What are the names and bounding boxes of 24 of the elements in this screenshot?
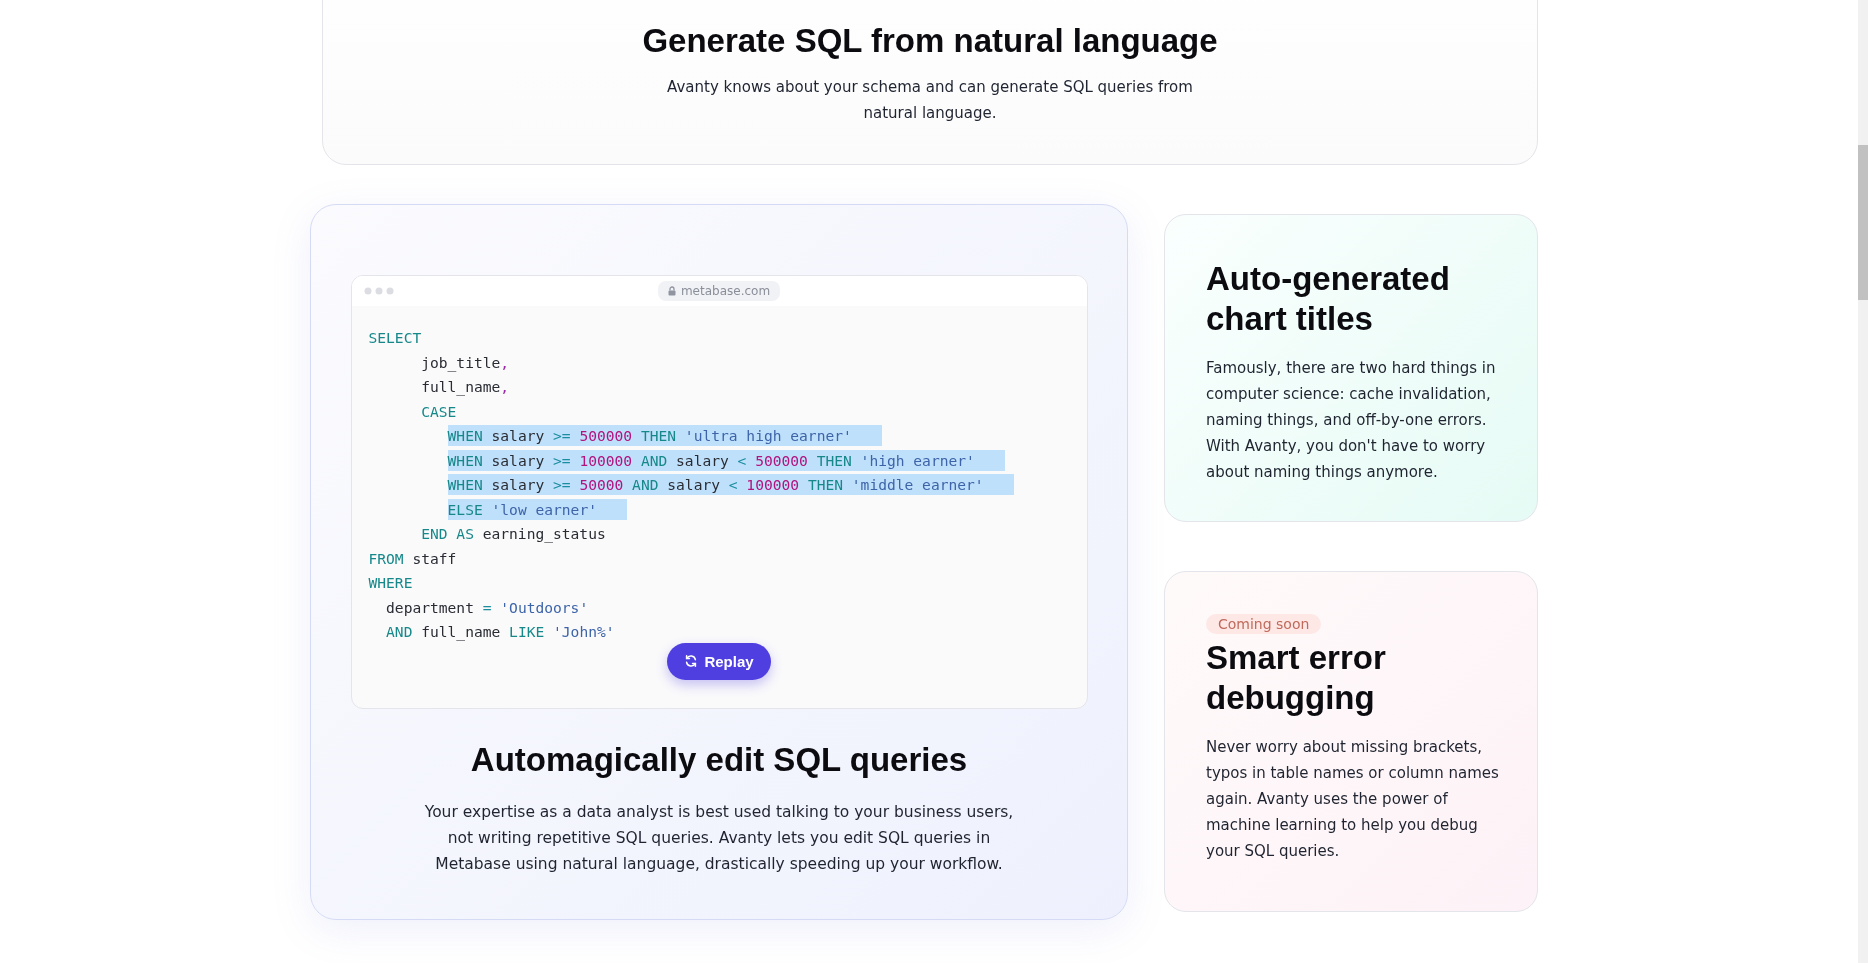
lock-icon — [667, 286, 676, 296]
code-line: job_title, — [420, 352, 510, 374]
code-line: department = 'Outdoors' — [385, 597, 589, 618]
status-badge: Coming soon — [1206, 614, 1322, 634]
code-line: WHERE — [368, 573, 413, 593]
feature-description: Avanty knows about your schema and can generate SQL queries from natural language. — [666, 77, 1194, 124]
feature-title: Smart error debugging — [1206, 638, 1387, 718]
replay-button[interactable]: Replay — [667, 642, 771, 680]
feature-description: Famously, there are two hard things in computer science: cache invalidation, naming things, and off-by-one errors. With Avanty, you don't have to worry about naming things anymore. — [1206, 358, 1497, 483]
url-text: metabase.com — [680, 284, 771, 298]
code-line: AND full_name LIKE 'John%' — [385, 622, 615, 643]
feature-description: Never worry about missing brackets, typos in table names or column names again. Avanty uses the power of machine learning to help you debug your SQL queries. — [1206, 737, 1500, 862]
feature-title: Automagically edit SQL queries — [470, 741, 968, 779]
refresh-icon — [684, 654, 699, 668]
feature-title: Generate SQL from natural language — [642, 22, 1218, 60]
scrollbar[interactable] — [1858, 0, 1868, 963]
code-line: FROM staff — [368, 548, 457, 569]
code-line: full_name, — [420, 377, 510, 398]
window-dots-icon — [363, 287, 394, 295]
code-line: CASE — [420, 401, 457, 422]
code-line: END AS earning_status — [420, 524, 606, 545]
feature-title: Auto-generated chart titles — [1206, 259, 1451, 339]
code-line: SELECT — [368, 328, 422, 348]
feature-description: Your expertise as a data analyst is best used talking to your business users, not writing repetitive SQL queries. Avanty lets you edit SQL queries in Metabase using natural language, drastically speeding up your workflow. — [423, 802, 1015, 875]
